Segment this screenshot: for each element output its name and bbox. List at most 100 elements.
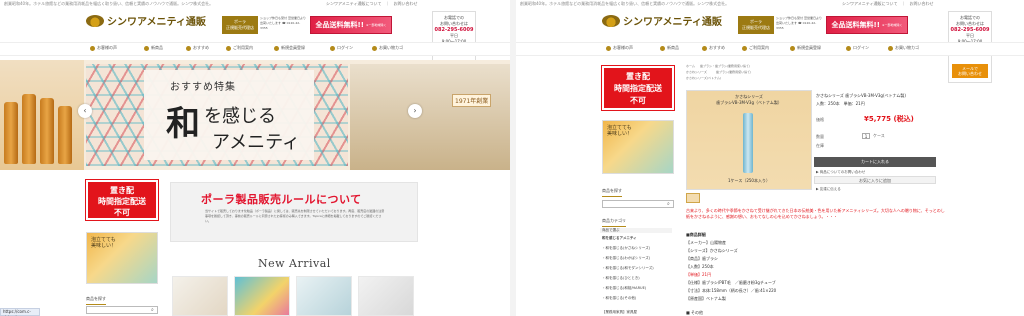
free-shipping-text: 全品送料無料!! <box>831 21 880 29</box>
order-info: ショップ休日も受付 翌営業日より出荷いたします ☎ 0120-42-3355 <box>260 16 306 30</box>
pola-badge-line2: 正規販売代理店 <box>742 25 770 30</box>
product-card[interactable] <box>296 276 352 316</box>
nav-label: お買い物カゴ <box>895 45 919 50</box>
site-logo[interactable]: シンワアメニティ通販 <box>602 13 722 28</box>
hero-kanji: 和 <box>166 104 200 144</box>
breadcrumb-item[interactable]: かさねシリーズ <box>686 70 707 74</box>
new-icon <box>660 45 665 51</box>
hero-card: おすすめ特集 和 を感じる アメニティ <box>144 70 314 160</box>
breadcrumb-item[interactable]: ホーム <box>686 64 695 68</box>
sidebar-promo-image[interactable]: 泡立てても 美味しい！ <box>602 120 674 174</box>
furniture-link[interactable]: 【業務用家具】家具屋 <box>602 310 637 315</box>
product-card[interactable] <box>234 276 290 316</box>
breadcrumb-item[interactable]: 歯ブラシ(業務用使い捨て) <box>716 70 751 74</box>
cart-icon <box>372 45 377 51</box>
sidebar-promo-image[interactable]: 泡立てても 美味しい！ <box>86 232 158 284</box>
share-link[interactable]: ▶ 友達に伝える <box>816 187 841 192</box>
category-item[interactable]: ・和を感じる(わかばシリーズ) <box>602 256 650 261</box>
nav-label: 新規会員登録 <box>281 45 305 50</box>
recommend-icon <box>186 45 191 51</box>
nav-new[interactable]: 新商品 <box>144 45 163 51</box>
site-header: シンワアメニティ通販 ポーラ 正規販売代理店 ショップ休日も受付 翌営業日より出… <box>516 9 1024 83</box>
badge-line2: 時間指定配送 <box>98 197 146 206</box>
search-input[interactable]: ⌕ <box>86 306 158 314</box>
add-to-favorites-button[interactable]: お気に入りに追加 <box>814 176 936 184</box>
category-item[interactable]: ・和を感じる(和モダンシリーズ) <box>602 266 654 271</box>
free-shipping-note: ※一部地域除く <box>881 23 903 27</box>
product-inquiry-link[interactable]: ▶ 商品についてのお問い合わせ <box>816 170 865 175</box>
nav-guide[interactable]: ご利用案内 <box>742 45 769 51</box>
site-logo[interactable]: シンワアメニティ通販 <box>86 13 206 28</box>
quantity-unit: ケース <box>873 133 885 138</box>
product-card[interactable] <box>358 276 414 316</box>
carousel-next-button[interactable]: › <box>408 104 422 118</box>
nav-label: おすすめ <box>193 45 209 50</box>
stock-label: 在庫 <box>816 143 824 148</box>
spec-line: 【寸法】本体:158mm（柄の長さ）／歯:41×220 <box>686 288 777 293</box>
promo-text: 泡立てても 美味しい！ <box>91 237 116 249</box>
badge-line3: 不可 <box>630 96 646 105</box>
pola-dealer-badge: ポーラ 正規販売代理店 <box>222 16 258 34</box>
other-section-label: ■ その他 <box>686 310 704 315</box>
nav-label: お客様の声 <box>613 45 633 50</box>
nav-register[interactable]: 新規会員登録 <box>274 45 305 51</box>
recommend-icon <box>702 45 707 51</box>
quantity-input[interactable]: 1 <box>862 133 870 139</box>
nav-cart[interactable]: お買い物カゴ <box>888 45 919 51</box>
category-item[interactable]: 和を感じるアメニティ <box>602 236 637 241</box>
nav-register[interactable]: 新規会員登録 <box>790 45 821 51</box>
product-card[interactable] <box>172 276 228 316</box>
free-shipping-banner[interactable]: 全品送料無料!! ※一部地域除く <box>310 16 392 34</box>
search-input[interactable]: ⌕ <box>602 200 674 208</box>
category-item[interactable]: ・和を感じる(その他) <box>602 296 636 301</box>
search-icon[interactable]: ⌕ <box>667 202 672 207</box>
voice-icon <box>606 45 611 51</box>
nav-voice[interactable]: お客様の声 <box>606 45 633 51</box>
pola-dealer-badge: ポーラ 正規販売代理店 <box>738 16 774 34</box>
product-price: ¥5,775 (税込) <box>864 115 914 123</box>
add-to-cart-button[interactable]: カートに入れる <box>814 157 936 167</box>
product-main-image[interactable]: かさねシリーズ 歯ブラシVB-3M-V3g（ベトナム製） 1ケース（250本入り… <box>686 90 812 190</box>
mail-line2: お問い合わせ <box>958 71 982 76</box>
nav-login[interactable]: ログイン <box>330 45 353 51</box>
product-name: かさねシリーズ 歯ブラシVB-3M-V3g(ベトナム製) <box>816 93 906 98</box>
badge-line3: 不可 <box>114 208 130 217</box>
logo-text: シンワアメニティ通販 <box>107 17 206 28</box>
hero-feature-slide[interactable]: おすすめ特集 和 を感じる アメニティ <box>86 64 348 166</box>
promo-text: 泡立てても 美味しい！ <box>607 125 632 137</box>
nav-login[interactable]: ログイン <box>846 45 869 51</box>
bottle-shape <box>4 102 18 164</box>
badge-line1: 置き配 <box>110 186 134 195</box>
carousel-prev-button[interactable]: ‹ <box>78 104 92 118</box>
promo-line2: 美味しい！ <box>91 243 117 249</box>
hero-side-image: 1971年創業 <box>350 64 510 170</box>
nav-cart[interactable]: お買い物カゴ <box>372 45 403 51</box>
product-thumbnail[interactable] <box>686 193 700 203</box>
category-item[interactable]: ・和を感じる(かさねシリーズ) <box>602 246 650 251</box>
nav-voice[interactable]: お客様の声 <box>90 45 117 51</box>
search-icon[interactable]: ⌕ <box>151 308 156 313</box>
right-page: 創業昭和40年。ホテル旅館などの業務用消耗品を幅広く取り扱い、信頼と実績のノウハ… <box>516 0 1024 316</box>
top-links[interactable]: シンワアメニティ通販について ｜ お問い合わせ <box>326 1 417 7</box>
breadcrumb-item[interactable]: かさねシリーズ(ベトナム) <box>686 76 721 80</box>
breadcrumb-item[interactable]: 歯ブラシ・歯ブラシ(業務用使い捨て) <box>700 64 750 68</box>
nav-recommend[interactable]: おすすめ <box>702 45 725 51</box>
pola-rule-banner[interactable]: ポーラ製品販売ルールについて 当サイトで販売しております化粧品（ポーラ製品）に関… <box>170 182 418 242</box>
category-item[interactable]: ・和を感じる(和桜/HARUE) <box>602 286 646 291</box>
free-shipping-banner[interactable]: 全品送料無料!! ※一部地域除く <box>826 16 908 34</box>
nav-label: 新規会員登録 <box>797 45 821 50</box>
mail-contact-button[interactable]: メールで お問い合わせ <box>952 64 988 78</box>
top-links[interactable]: シンワアメニティ通販について ｜ お問い合わせ <box>842 1 933 7</box>
nav-new[interactable]: 新商品 <box>660 45 679 51</box>
nav-recommend[interactable]: おすすめ <box>186 45 209 51</box>
hero-subtitle: おすすめ特集 <box>170 82 236 93</box>
promo-line2: 美味しい！ <box>607 131 633 137</box>
free-shipping-text: 全品送料無料!! <box>315 21 364 29</box>
guide-icon <box>226 45 231 51</box>
hero-carousel[interactable]: おすすめ特集 和 を感じる アメニティ 1971年創業 ‹ › <box>0 60 510 170</box>
nav-label: お客様の声 <box>97 45 117 50</box>
guide-icon <box>742 45 747 51</box>
free-shipping-note: ※一部地域除く <box>365 23 387 27</box>
nav-guide[interactable]: ご利用案内 <box>226 45 253 51</box>
category-item[interactable]: ・和を感じる(ひととき) <box>602 276 640 281</box>
